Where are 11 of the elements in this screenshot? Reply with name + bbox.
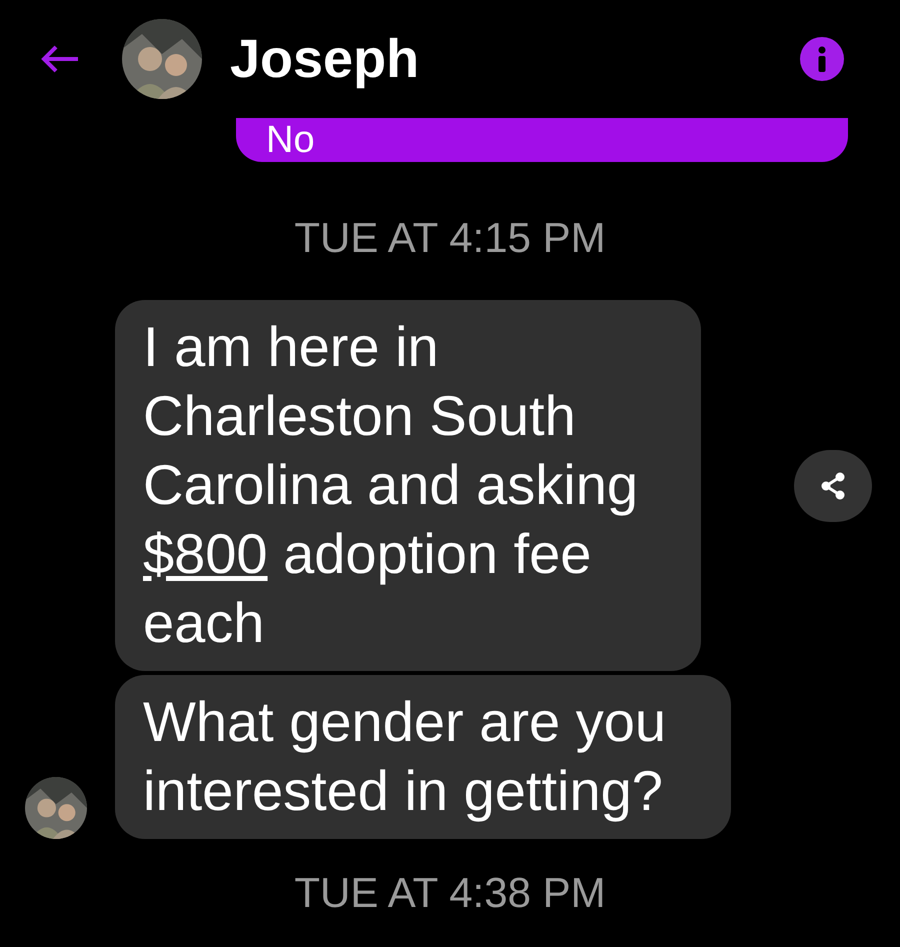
info-button[interactable]	[800, 37, 844, 81]
price-link[interactable]: $800	[143, 522, 268, 585]
sent-message-bubble: No	[236, 118, 848, 162]
contact-name: Joseph	[230, 28, 420, 90]
received-message-bubble: What gender are you interested in getting?	[115, 675, 731, 839]
timestamp: TUE AT 4:38 PM	[294, 869, 606, 917]
info-icon	[817, 46, 827, 72]
share-icon	[820, 472, 846, 500]
back-arrow-icon	[40, 44, 80, 74]
received-message-bubble: I am here in Charleston South Carolina and asking $800 adoption fee each	[115, 300, 701, 671]
timestamp: TUE AT 4:15 PM	[294, 214, 606, 262]
